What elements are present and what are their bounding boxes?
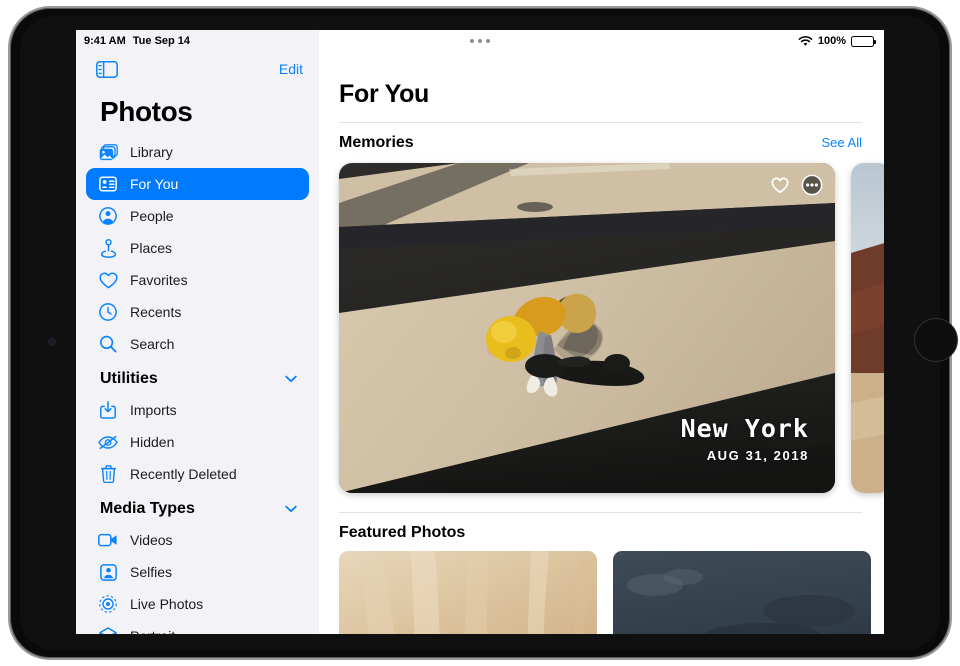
sidebar-item-label: Recently Deleted <box>130 466 237 482</box>
trash-icon <box>98 464 118 484</box>
memory-photo <box>851 163 884 493</box>
memories-heading: Memories <box>339 134 414 151</box>
sidebar-item-label: Imports <box>130 402 177 418</box>
chevron-down-icon[interactable] <box>285 505 297 513</box>
heart-icon <box>98 270 118 290</box>
sidebar-item-favorites[interactable]: Favorites <box>86 264 309 296</box>
video-camera-icon <box>98 530 118 550</box>
eye-slash-icon <box>98 432 118 452</box>
sidebar-item-label: Selfies <box>130 564 173 580</box>
featured-photo <box>339 551 597 634</box>
sidebar-utilities-list: Imports Hidden Recently Deleted <box>76 394 319 490</box>
sidebar-toggle-icon[interactable] <box>96 60 118 78</box>
home-button[interactable] <box>914 318 958 362</box>
memory-title: New York <box>680 414 809 443</box>
sidebar-section-media-types-header[interactable]: Media Types <box>76 490 319 524</box>
status-bar-right: 100% <box>798 35 877 47</box>
sidebar-item-for-you[interactable]: For You <box>86 168 309 200</box>
status-bar-center <box>76 39 884 43</box>
memory-date: AUG 31, 2018 <box>706 448 809 463</box>
status-bar: 9:41 AM Tue Sep 14 100% <box>76 30 884 52</box>
sidebar-item-label: Hidden <box>130 434 175 450</box>
sidebar-section-title: Utilities <box>100 370 158 387</box>
detail-title: For You <box>339 80 430 108</box>
wifi-icon <box>798 35 813 46</box>
sidebar-item-imports[interactable]: Imports <box>86 394 309 426</box>
detail-pane: For You Memories See All New York AUG 31… <box>319 30 884 634</box>
selfie-person-icon <box>98 562 118 582</box>
sidebar-item-label: Library <box>130 144 173 160</box>
sidebar-item-label: Recents <box>130 304 182 320</box>
person-circle-icon <box>98 206 118 226</box>
sidebar-item-label: People <box>130 208 174 224</box>
sidebar-item-label: Places <box>130 240 173 256</box>
sidebar-section-title: Media Types <box>100 500 195 517</box>
featured-photo <box>613 551 871 634</box>
memory-card[interactable] <box>851 163 884 493</box>
multitasking-dots-icon[interactable] <box>470 39 490 43</box>
sidebar-item-selfies[interactable]: Selfies <box>86 556 309 588</box>
featured-heading: Featured Photos <box>339 524 466 541</box>
front-camera-icon <box>48 338 56 346</box>
featured-header: Featured Photos <box>319 513 884 542</box>
sidebar-item-recents[interactable]: Recents <box>86 296 309 328</box>
sidebar-item-label: Search <box>130 336 175 352</box>
sidebar-item-live-photos[interactable]: Live Photos <box>86 588 309 620</box>
sidebar-section-utilities-header[interactable]: Utilities <box>76 360 319 394</box>
sidebar-item-label: Live Photos <box>130 596 204 612</box>
clock-icon <box>98 302 118 322</box>
more-ellipsis-icon[interactable] <box>801 174 823 196</box>
memory-actions <box>769 174 823 196</box>
memory-card[interactable]: New York AUG 31, 2018 <box>339 163 835 493</box>
map-pin-icon <box>98 238 118 258</box>
memories-see-all-link[interactable]: See All <box>822 135 862 150</box>
sidebar-item-recently-deleted[interactable]: Recently Deleted <box>86 458 309 490</box>
sidebar-item-label: Portrait <box>130 628 175 634</box>
battery-percent-label: 100% <box>817 35 846 47</box>
sidebar-item-label: Favorites <box>130 272 188 288</box>
chevron-down-icon[interactable] <box>285 375 297 383</box>
search-icon <box>98 334 118 354</box>
sidebar-item-portrait[interactable]: Portrait <box>86 620 309 634</box>
memory-caption: New York AUG 31, 2018 <box>681 414 809 463</box>
sidebar-item-search[interactable]: Search <box>86 328 309 360</box>
battery-full-icon <box>851 35 877 47</box>
sidebar-item-videos[interactable]: Videos <box>86 524 309 556</box>
portrait-cube-icon <box>98 626 118 634</box>
sidebar-item-hidden[interactable]: Hidden <box>86 426 309 458</box>
sidebar-primary-list: Library For You People Places Favorites … <box>76 136 319 360</box>
memories-carousel[interactable]: New York AUG 31, 2018 <box>319 152 884 493</box>
sidebar-media-types-list: Videos Selfies Live Photos <box>76 524 319 634</box>
sidebar-item-library[interactable]: Library <box>86 136 309 168</box>
live-photo-icon <box>98 594 118 614</box>
for-you-card-icon <box>98 174 118 194</box>
import-tray-icon <box>98 400 118 420</box>
featured-photo-card[interactable] <box>339 551 597 634</box>
sidebar-item-people[interactable]: People <box>86 200 309 232</box>
page-title: Photos <box>100 96 193 127</box>
sidebar-item-label: Videos <box>130 532 173 548</box>
split-view: Edit Photos Library For You People Place… <box>76 30 884 634</box>
heart-outline-icon[interactable] <box>769 174 791 196</box>
featured-photo-card[interactable] <box>613 551 871 634</box>
sidebar-toolbar: Edit <box>76 52 319 86</box>
edit-button[interactable]: Edit <box>279 61 303 77</box>
sidebar: Edit Photos Library For You People Place… <box>76 30 319 634</box>
photo-library-icon <box>98 142 118 162</box>
featured-photos-row[interactable] <box>319 542 884 634</box>
memories-header: Memories See All <box>319 123 884 152</box>
sidebar-item-places[interactable]: Places <box>86 232 309 264</box>
sidebar-item-label: For You <box>130 176 179 192</box>
screen: 9:41 AM Tue Sep 14 100% Edit Photos Libr… <box>76 30 884 634</box>
